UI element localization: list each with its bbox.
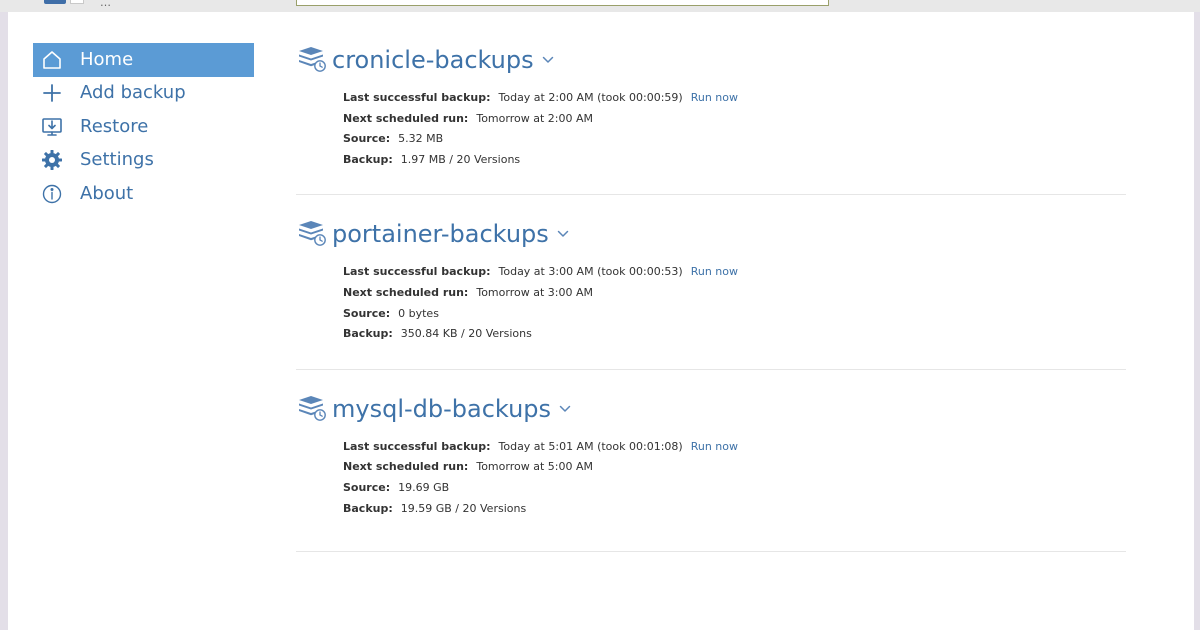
sidebar-item-settings[interactable]: Settings <box>33 144 254 178</box>
sidebar-item-label: Restore <box>80 115 149 137</box>
backup-job-card: cronicle-backups Last successful backup:… <box>296 40 1126 196</box>
backup-size-label: Backup: <box>343 327 393 341</box>
source-value: 19.69 GB <box>398 480 450 494</box>
next-run-value: Tomorrow at 2:00 AM <box>476 111 593 125</box>
sidebar-item-label: Add backup <box>80 82 186 104</box>
backup-list: cronicle-backups Last successful backup:… <box>296 40 1126 553</box>
backup-job-details: Last successful backup: Today at 5:01 AM … <box>343 437 1126 519</box>
backup-job-header[interactable]: cronicle-backups <box>296 40 1126 80</box>
source-label: Source: <box>343 132 391 146</box>
last-success-value: Today at 2:00 AM (took 00:00:59) <box>498 91 683 104</box>
top-bar <box>0 0 1200 12</box>
chevron-down-icon[interactable] <box>559 403 571 415</box>
backup-job-header[interactable]: mysql-db-backups <box>296 389 1126 429</box>
last-success-row: Last successful backup: Today at 3:00 AM … <box>343 262 1126 283</box>
next-run-row: Next scheduled run: Tomorrow at 2:00 AM <box>343 109 1126 130</box>
source-row: Source: 19.69 GB <box>343 478 1126 499</box>
next-run-value: Tomorrow at 5:00 AM <box>476 460 593 474</box>
plus-icon <box>41 82 63 104</box>
sidebar-item-add-backup[interactable]: Add backup <box>33 77 254 111</box>
sidebar-item-home[interactable]: Home <box>33 43 254 77</box>
sidebar-item-about[interactable]: About <box>33 177 254 211</box>
backup-job-title[interactable]: mysql-db-backups <box>332 395 551 423</box>
brand-text: … <box>100 0 111 9</box>
backup-size-row: Backup: 350.84 KB / 20 Versions <box>343 324 1126 345</box>
search-input[interactable] <box>296 0 829 6</box>
backup-size-value: 350.84 KB / 20 Versions <box>400 327 532 341</box>
source-row: Source: 0 bytes <box>343 304 1126 325</box>
sidebar-item-label: Home <box>80 48 134 70</box>
backup-size-value: 19.59 GB / 20 Versions <box>400 501 527 515</box>
app-logo-secondary <box>70 0 84 4</box>
backup-job-details: Last successful backup: Today at 3:00 AM … <box>343 262 1126 344</box>
source-row: Source: 5.32 MB <box>343 129 1126 150</box>
sidebar-item-label: About <box>80 182 134 204</box>
source-value: 5.32 MB <box>398 132 444 146</box>
last-success-label: Last successful backup: <box>343 91 491 104</box>
backup-size-row: Backup: 1.97 MB / 20 Versions <box>343 150 1126 171</box>
backup-job-title[interactable]: cronicle-backups <box>332 46 534 74</box>
sidebar: Home Add backup Restore Settings About <box>33 43 254 211</box>
database-backup-icon <box>296 44 328 76</box>
next-run-label: Next scheduled run: <box>343 111 469 125</box>
sidebar-item-restore[interactable]: Restore <box>33 110 254 144</box>
run-now-link[interactable]: Run now <box>691 440 738 453</box>
next-run-label: Next scheduled run: <box>343 460 469 474</box>
last-success-label: Last successful backup: <box>343 439 491 453</box>
restore-icon <box>41 116 63 138</box>
next-run-label: Next scheduled run: <box>343 285 469 299</box>
next-run-row: Next scheduled run: Tomorrow at 3:00 AM <box>343 283 1126 304</box>
chevron-down-icon[interactable] <box>542 54 554 66</box>
app-logo[interactable] <box>44 0 66 4</box>
run-now-link[interactable]: Run now <box>691 265 738 278</box>
backup-size-row: Backup: 19.59 GB / 20 Versions <box>343 499 1126 520</box>
backup-job-card: mysql-db-backups Last successful backup:… <box>296 389 1126 553</box>
window-frame-right <box>1194 12 1200 630</box>
next-run-value: Tomorrow at 3:00 AM <box>476 285 593 299</box>
last-success-row: Last successful backup: Today at 2:00 AM … <box>343 88 1126 109</box>
backup-size-label: Backup: <box>343 152 393 166</box>
home-icon <box>41 49 63 71</box>
database-backup-icon <box>296 218 328 250</box>
backup-size-label: Backup: <box>343 501 393 515</box>
last-success-value: Today at 3:00 AM (took 00:00:53) <box>498 265 683 279</box>
run-now-link[interactable]: Run now <box>691 91 738 104</box>
source-value: 0 bytes <box>398 306 439 320</box>
next-run-row: Next scheduled run: Tomorrow at 5:00 AM <box>343 457 1126 478</box>
last-success-label: Last successful backup: <box>343 265 491 279</box>
backup-job-title[interactable]: portainer-backups <box>332 220 549 248</box>
last-success-value: Today at 5:01 AM (took 00:01:08) <box>498 439 683 453</box>
source-label: Source: <box>343 480 391 494</box>
window-frame-left <box>0 12 8 630</box>
last-success-row: Last successful backup: Today at 5:01 AM … <box>343 437 1126 458</box>
gear-icon <box>41 149 63 171</box>
backup-size-value: 1.97 MB / 20 Versions <box>400 152 521 166</box>
sidebar-item-label: Settings <box>80 149 154 171</box>
database-backup-icon <box>296 393 328 425</box>
chevron-down-icon[interactable] <box>557 228 569 240</box>
backup-job-header[interactable]: portainer-backups <box>296 214 1126 254</box>
info-icon <box>41 183 63 205</box>
backup-job-details: Last successful backup: Today at 2:00 AM … <box>343 88 1126 170</box>
source-label: Source: <box>343 306 391 320</box>
backup-job-card: portainer-backups Last successful backup… <box>296 214 1126 370</box>
